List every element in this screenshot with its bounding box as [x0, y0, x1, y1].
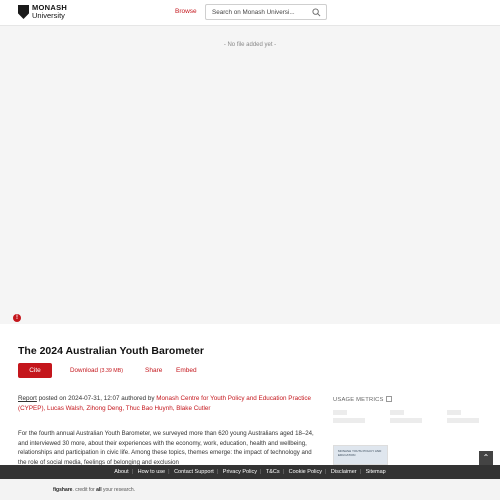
metric-placeholder: [390, 418, 422, 423]
cite-button[interactable]: Cite: [18, 363, 52, 378]
browse-link[interactable]: Browse: [175, 8, 197, 15]
item-type-link[interactable]: Report: [18, 395, 37, 402]
external-link-icon: [385, 396, 392, 402]
logo-line2: University: [32, 11, 65, 20]
metric-placeholder: [333, 418, 365, 423]
monash-crest-icon: [18, 5, 29, 19]
download-size: (3.39 MB): [99, 368, 124, 374]
download-label: Download: [70, 367, 99, 374]
posted-text: posted on 2024-07-31, 12:07 authored by: [38, 395, 155, 402]
figshare-brand: figshare: [53, 487, 73, 493]
download-button[interactable]: Download (3.39 MB): [70, 367, 123, 374]
search-placeholder: Search on Monash Universi...: [212, 9, 295, 16]
search-icon[interactable]: [312, 8, 321, 17]
item-description: For the fourth annual Australian Youth B…: [18, 430, 314, 465]
footer-link-about[interactable]: About: [114, 469, 128, 475]
usage-metrics-link[interactable]: USAGE METRICS: [333, 396, 392, 403]
page-title: The 2024 Australian Youth Barometer: [18, 345, 204, 357]
metric-placeholder: [333, 410, 347, 415]
footer-link-disclaimer[interactable]: Disclaimer: [331, 469, 357, 475]
embed-button[interactable]: Embed: [176, 367, 197, 374]
item-metadata: Report posted on 2024-07-31, 12:07 autho…: [18, 394, 318, 414]
monash-logo[interactable]: MONASH University: [18, 4, 70, 22]
thumbnail-text: MONASH YOUTH POLICY AND EDUCATION: [338, 449, 382, 457]
footer-link-contact-support[interactable]: Contact Support: [174, 469, 214, 475]
figshare-text: . credit for: [72, 487, 95, 493]
search-input[interactable]: Search on Monash Universi...: [205, 4, 327, 20]
usage-metrics-label: USAGE METRICS: [333, 397, 384, 403]
footer-links: About | How to use | Contact Support | Priv…: [0, 465, 500, 479]
footer-link-tcs[interactable]: T&Cs: [266, 469, 280, 475]
share-button[interactable]: Share: [145, 367, 162, 374]
top-header: MONASH University Browse Search on Monas…: [0, 0, 500, 26]
figshare-all: all: [96, 487, 102, 493]
metric-placeholder: [390, 410, 404, 415]
footer-link-how-to-use[interactable]: How to use: [138, 469, 166, 475]
footer-link-cookie-policy[interactable]: Cookie Policy: [289, 469, 322, 475]
footer-link-privacy-policy[interactable]: Privacy Policy: [223, 469, 257, 475]
no-file-message: - No file added yet -: [223, 42, 277, 48]
chevron-up-icon[interactable]: ⌃: [479, 451, 493, 465]
figshare-tail: your research.: [103, 487, 135, 493]
metric-placeholder: [447, 410, 461, 415]
figshare-credit[interactable]: figshare. credit for all your research.: [53, 487, 135, 493]
file-viewer: - No file added yet -: [0, 26, 500, 324]
metric-placeholder: [447, 418, 479, 423]
alert-icon[interactable]: !: [13, 314, 21, 322]
footer-link-sitemap[interactable]: Sitemap: [366, 469, 386, 475]
report-thumbnail[interactable]: MONASH YOUTH POLICY AND EDUCATION: [333, 445, 388, 465]
